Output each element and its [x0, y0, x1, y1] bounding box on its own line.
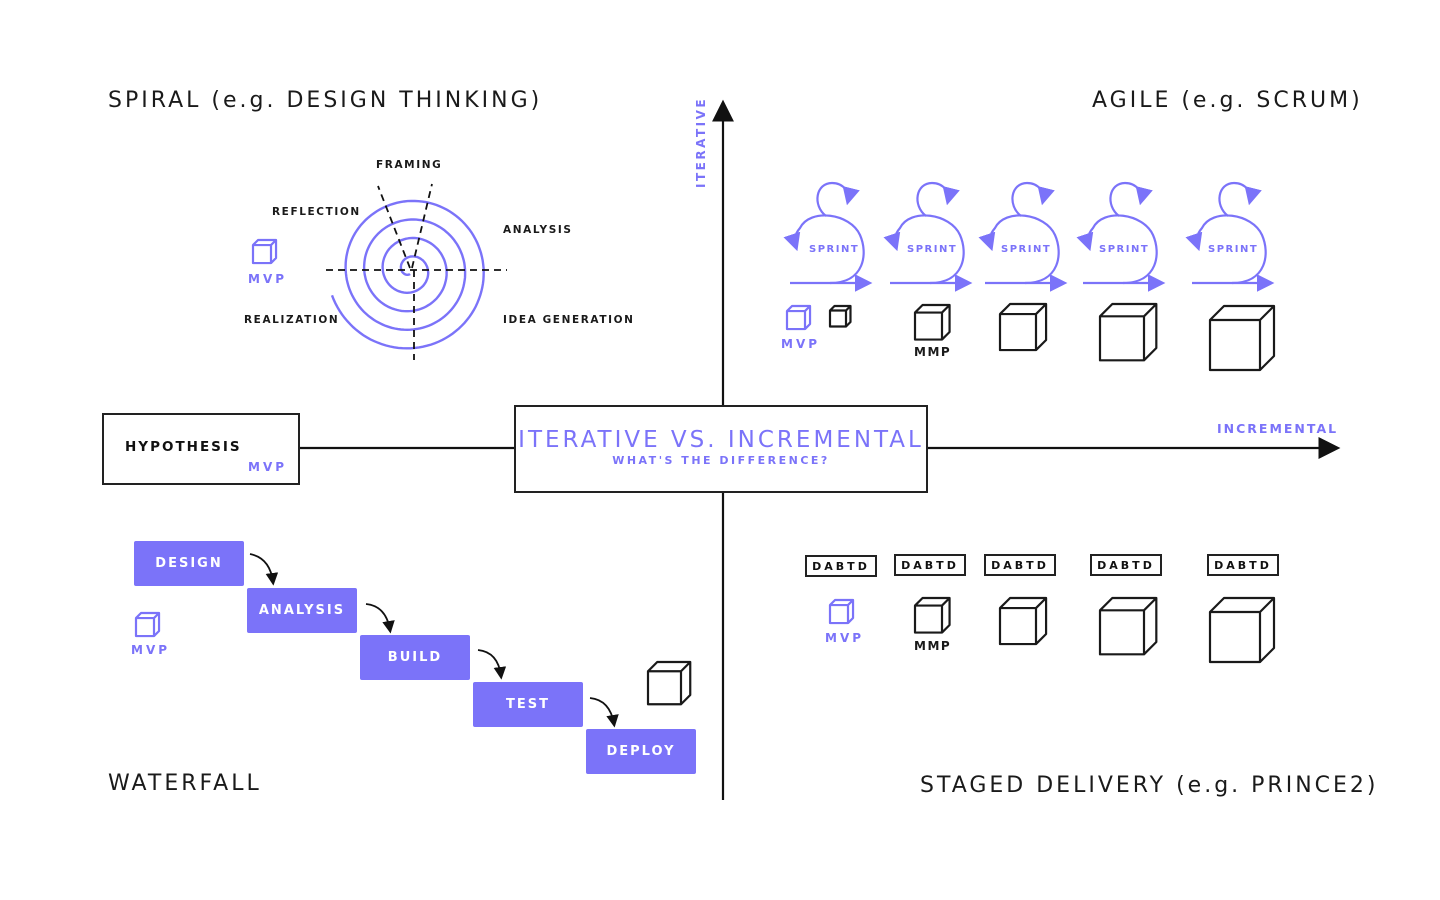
sprint-label: SPRINT	[1208, 244, 1259, 255]
agile-mmp-label: MMP	[914, 345, 952, 359]
mvp-cube-icon	[251, 238, 278, 265]
stage-box: DABTD	[984, 554, 1056, 576]
agile-mvp-label: MVP	[781, 337, 821, 351]
increment-cube-icon	[1208, 596, 1276, 664]
center-subtitle: WHAT'S THE DIFFERENCE?	[612, 454, 830, 467]
waterfall-title: WATERFALL	[108, 771, 262, 796]
waterfall-step-analysis: ANALYSIS	[247, 588, 357, 633]
stage-box: DABTD	[1090, 554, 1162, 576]
hypothesis-label: HYPOTHESIS	[125, 439, 242, 455]
waterfall-mvp-label: MVP	[131, 643, 171, 657]
stage-box: DABTD	[894, 554, 966, 576]
stage-box: DABTD	[1207, 554, 1279, 576]
increment-cube-icon	[828, 304, 852, 328]
sprint-label: SPRINT	[1099, 244, 1150, 255]
staged-mmp-label: MMP	[914, 639, 952, 653]
sprint-loop-icon	[978, 181, 1068, 292]
center-title-box: ITERATIVE VS. INCREMENTAL WHAT'S THE DIF…	[514, 405, 928, 493]
mmp-cube-icon	[913, 303, 951, 341]
sprint-loop-icon	[1076, 181, 1166, 292]
waterfall-step-test: TEST	[473, 682, 583, 727]
waterfall-step-build: BUILD	[360, 635, 470, 680]
incremental-axis-label: INCREMENTAL	[1217, 421, 1339, 436]
staged-mvp-label: MVP	[825, 631, 865, 645]
spiral-phase-realization: REALIZATION	[244, 314, 340, 326]
agile-title: AGILE (e.g. SCRUM)	[1092, 88, 1363, 113]
waterfall-step-deploy: DEPLOY	[586, 729, 696, 774]
stage-box: DABTD	[805, 555, 877, 577]
sprint-label: SPRINT	[1001, 244, 1052, 255]
hypothesis-box: HYPOTHESIS MVP	[102, 413, 300, 485]
sprint-loop-icon	[783, 181, 873, 292]
staged-title: STAGED DELIVERY (e.g. PRINCE2)	[920, 773, 1379, 798]
spiral-mvp-label: MVP	[248, 272, 288, 286]
increment-cube-icon	[1098, 596, 1158, 656]
sprint-label: SPRINT	[907, 244, 958, 255]
sprint-loop-icon	[883, 181, 973, 292]
center-title: ITERATIVE VS. INCREMENTAL	[518, 427, 924, 453]
mvp-cube-icon	[785, 304, 812, 331]
sprint-label: SPRINT	[809, 244, 860, 255]
mvp-cube-icon	[828, 598, 855, 625]
final-product-cube-icon	[646, 660, 692, 706]
increment-cube-icon	[998, 596, 1048, 646]
spiral-phase-framing: FRAMING	[376, 159, 443, 171]
waterfall-step-design: DESIGN	[134, 541, 244, 586]
sprint-loops	[783, 181, 1275, 292]
spiral-phase-reflection: REFLECTION	[272, 206, 361, 218]
increment-cube-icon	[1098, 302, 1158, 362]
iterative-axis-label: ITERATIVE	[694, 96, 708, 188]
sprint-loop-icon	[1185, 181, 1275, 292]
spiral-title: SPIRAL (e.g. DESIGN THINKING)	[108, 88, 543, 113]
mvp-cube-icon	[134, 611, 161, 638]
mmp-cube-icon	[913, 596, 951, 634]
spiral-phase-analysis: ANALYSIS	[503, 224, 573, 236]
spiral-phase-idea-generation: IDEA GENERATION	[503, 314, 635, 326]
hypothesis-mvp-label: MVP	[248, 460, 288, 474]
increment-cube-icon	[998, 302, 1048, 352]
increment-cube-icon	[1208, 304, 1276, 372]
